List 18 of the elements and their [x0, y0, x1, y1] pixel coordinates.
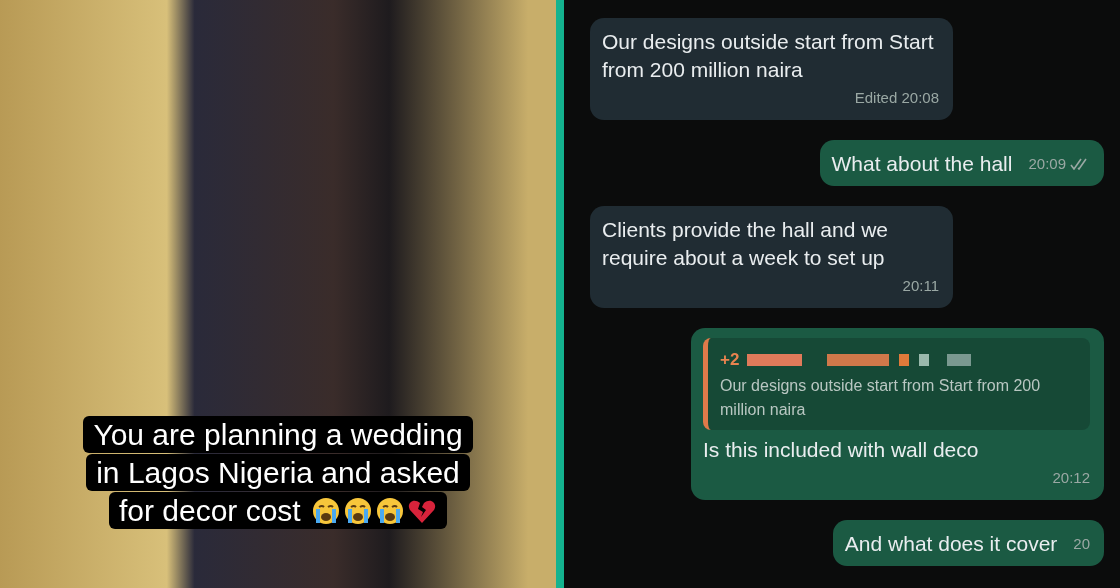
- quote-text: Our designs outside start from Start from 200 million naira: [720, 376, 1042, 420]
- message-time: 20:11: [902, 276, 939, 296]
- crying-face-icon: [311, 496, 342, 526]
- message-text: And what does it cover: [844, 531, 1058, 557]
- message-text: What about the hall: [831, 151, 1013, 177]
- message-text: Clients provide the hall and we require about a week to set up: [602, 217, 889, 271]
- quote-sender: +2: [720, 349, 740, 371]
- message-time: 20: [1073, 534, 1090, 554]
- caption-text: You are planning a wedding: [83, 416, 473, 453]
- message-time: 20:12: [1052, 468, 1090, 488]
- caption-text: in Lagos Nigeria and asked: [86, 454, 470, 491]
- caption-text: for decor cost: [108, 492, 448, 529]
- crying-face-icon: [343, 496, 374, 526]
- message-time: 20:09: [1028, 154, 1066, 174]
- message-time: Edited 20:08: [854, 88, 939, 108]
- crying-face-icon: [375, 496, 406, 526]
- message-text: Our designs outside start from Start from 200 million naira: [602, 29, 935, 83]
- message-text: Is this included with wall deco: [703, 437, 980, 463]
